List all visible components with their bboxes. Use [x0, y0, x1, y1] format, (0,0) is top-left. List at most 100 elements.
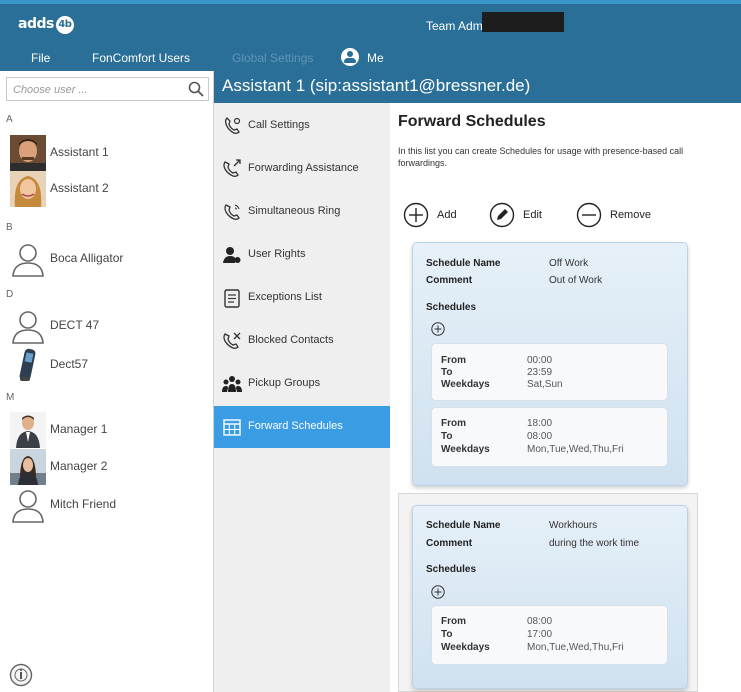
user-name: Mitch Friend: [50, 497, 117, 511]
nav-forwarding-assistance[interactable]: Forwarding Assistance: [214, 148, 390, 190]
person-outline-icon: [12, 311, 44, 344]
to-label: To: [441, 367, 453, 378]
schedule-name-value: Workhours: [549, 520, 598, 531]
nav-label: Forward Schedules: [248, 420, 343, 432]
user-list-panel: A Assistant 1 Assistant 2 B Boca Alligat…: [0, 71, 214, 692]
user-rights-icon: [223, 247, 241, 263]
to-label: To: [441, 629, 453, 640]
menu-file[interactable]: File: [31, 47, 50, 69]
user-item-boca-alligator[interactable]: Boca Alligator: [10, 241, 210, 277]
page-title: Forward Schedules: [398, 113, 546, 130]
group-icon: [222, 376, 242, 392]
forward-call-icon: [223, 159, 241, 177]
add-schedule-entry-icon[interactable]: [431, 585, 445, 599]
search-input[interactable]: [11, 79, 185, 101]
nav-pickup-groups[interactable]: Pickup Groups: [214, 363, 390, 405]
avatar: [10, 412, 46, 448]
group-letter: M: [6, 392, 15, 403]
nav-call-settings[interactable]: Call Settings: [214, 105, 390, 147]
search-icon[interactable]: [188, 81, 204, 97]
app-logo: adds 4b: [18, 16, 74, 34]
avatar: [10, 171, 46, 207]
menu-me[interactable]: Me: [367, 47, 384, 69]
user-item-assistant-1[interactable]: Assistant 1: [10, 135, 210, 171]
weekdays-value: Mon,Tue,Wed,Thu,Fri: [527, 444, 624, 455]
redacted-overlay: [482, 12, 564, 32]
from-label: From: [441, 616, 466, 627]
schedule-name-value: Off Work: [549, 258, 589, 269]
schedule-entry[interactable]: From 08:00 To 17:00 Weekdays Mon,Tue,Wed…: [431, 605, 668, 665]
edit-label: Edit: [523, 209, 542, 221]
ring-icon: [224, 204, 240, 220]
dect-phone-icon: [19, 348, 36, 381]
nav-label: Simultaneous Ring: [248, 205, 341, 217]
nav-label: Pickup Groups: [248, 377, 321, 389]
user-item-manager-2[interactable]: Manager 2: [10, 449, 210, 485]
edit-pencil-icon: [489, 202, 515, 228]
weekdays-label: Weekdays: [441, 642, 490, 653]
schedules-label: Schedules: [426, 564, 477, 575]
nav-label: Call Settings: [248, 119, 310, 131]
page-description: In this list you can create Schedules fo…: [398, 146, 684, 168]
user-name: Boca Alligator: [50, 251, 124, 265]
from-value: 18:00: [527, 418, 553, 429]
menu-global-settings[interactable]: Global Settings: [232, 47, 313, 69]
to-value: 23:59: [527, 367, 553, 378]
title-bar: adds4b Team Admin Dashboard File FonComf…: [0, 0, 741, 71]
user-name: DECT 47: [50, 318, 100, 332]
person-outline-icon: [12, 490, 44, 523]
phone-settings-icon: [225, 117, 241, 134]
weekdays-value: Mon,Tue,Wed,Thu,Fri: [527, 642, 624, 653]
minus-circle-icon: [576, 202, 602, 228]
comment-label: Comment: [426, 275, 473, 286]
nav-exceptions-list[interactable]: Exceptions List: [214, 277, 390, 319]
person-outline-icon: [12, 244, 44, 277]
nav-label: Forwarding Assistance: [248, 162, 359, 174]
nav-label: Exceptions List: [248, 291, 322, 303]
user-item-assistant-2[interactable]: Assistant 2: [10, 171, 210, 207]
schedule-entry[interactable]: From 00:00 To 23:59 Weekdays Sat,Sun: [431, 343, 668, 401]
about-icon[interactable]: [9, 663, 33, 687]
comment-value: Out of Work: [549, 275, 603, 286]
user-name: Manager 1: [50, 422, 108, 436]
add-label: Add: [437, 209, 457, 221]
nav-simultaneous-ring[interactable]: Simultaneous Ring: [214, 191, 390, 233]
list-icon: [224, 289, 240, 308]
user-name: Assistant 1: [50, 145, 109, 159]
schedule-name-label: Schedule Name: [426, 520, 501, 531]
nav-label: User Rights: [248, 248, 306, 260]
avatar: [10, 449, 46, 485]
user-header: Assistant 1 (sip:assistant1@bressner.de): [214, 71, 741, 103]
user-name: Assistant 2: [50, 181, 109, 195]
weekdays-label: Weekdays: [441, 379, 490, 390]
schedule-name-label: Schedule Name: [426, 258, 501, 269]
user-item-dect57[interactable]: Dect57: [10, 347, 210, 383]
to-value: 17:00: [527, 629, 553, 640]
blocked-call-icon: [223, 332, 241, 349]
user-item-mitch-friend[interactable]: Mitch Friend: [10, 487, 210, 523]
nav-blocked-contacts[interactable]: Blocked Contacts: [214, 320, 390, 362]
user-name: Manager 2: [50, 459, 108, 473]
user-item-dect-47[interactable]: DECT 47: [10, 308, 210, 344]
schedule-entry[interactable]: From 18:00 To 08:00 Weekdays Mon,Tue,Wed…: [431, 407, 668, 467]
weekdays-label: Weekdays: [441, 444, 490, 455]
nav-user-rights[interactable]: User Rights: [214, 234, 390, 276]
plus-circle-icon: [403, 202, 429, 228]
user-account-icon[interactable]: [341, 48, 359, 66]
group-letter: B: [6, 222, 13, 233]
add-schedule-entry-icon[interactable]: [431, 322, 445, 336]
user-search: [6, 77, 209, 101]
comment-value: during the work time: [549, 538, 640, 549]
weekdays-value: Sat,Sun: [527, 379, 563, 390]
to-label: To: [441, 431, 453, 442]
menu-foncomfort-users[interactable]: FonComfort Users: [92, 47, 190, 69]
from-label: From: [441, 418, 466, 429]
user-name: Dect57: [50, 357, 89, 371]
from-value: 00:00: [527, 355, 553, 366]
user-item-manager-1[interactable]: Manager 1: [10, 412, 210, 448]
nav-forward-schedules[interactable]: Forward Schedules: [214, 406, 390, 448]
group-letter: A: [6, 114, 13, 125]
nav-label: Blocked Contacts: [248, 334, 334, 346]
from-label: From: [441, 355, 466, 366]
selected-user-title: Assistant 1 (sip:assistant1@bressner.de): [222, 76, 531, 95]
